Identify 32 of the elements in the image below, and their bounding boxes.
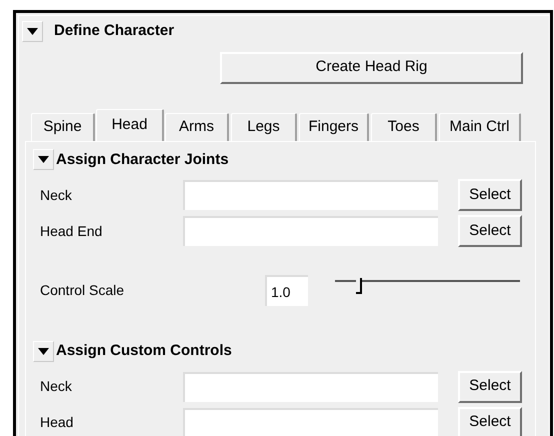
field-label: Control Scale [40,281,126,300]
select-button[interactable]: Select [458,370,522,402]
field-label: Neck [40,377,73,396]
create-head-rig-button[interactable]: Create Head Rig [220,52,523,84]
input-field[interactable] [183,408,438,436]
select-button[interactable]: Select [458,179,522,211]
slider[interactable] [335,278,520,295]
tab[interactable]: Spine [31,112,95,140]
field-label: Neck [40,186,73,204]
tab[interactable]: Legs [231,112,297,140]
field-label: Head [40,413,74,432]
select-button[interactable]: Select [458,215,522,247]
select-button[interactable]: Select [458,406,522,436]
caret-down-icon [27,28,38,35]
tab[interactable]: Toes [371,112,437,140]
group-title: Assign Custom Controls [56,341,232,361]
input-field[interactable] [183,372,438,402]
tab[interactable]: Head [96,108,164,140]
number-field[interactable]: 1.0 [265,275,308,306]
tab[interactable]: Arms [165,112,229,140]
tab[interactable]: Main Ctrl [439,112,521,140]
collapse-toggle[interactable] [33,149,54,170]
input-field[interactable] [183,216,438,246]
collapse-toggle[interactable] [22,20,43,42]
caret-down-icon [38,156,49,164]
tab[interactable]: Fingers [299,112,369,140]
collapse-toggle[interactable] [33,340,54,362]
caret-down-icon [38,348,49,355]
field-label: Head End [40,222,104,240]
input-field[interactable] [183,180,438,210]
group-title: Assign Character Joints [56,150,229,170]
section-title: Define Character [54,21,174,41]
